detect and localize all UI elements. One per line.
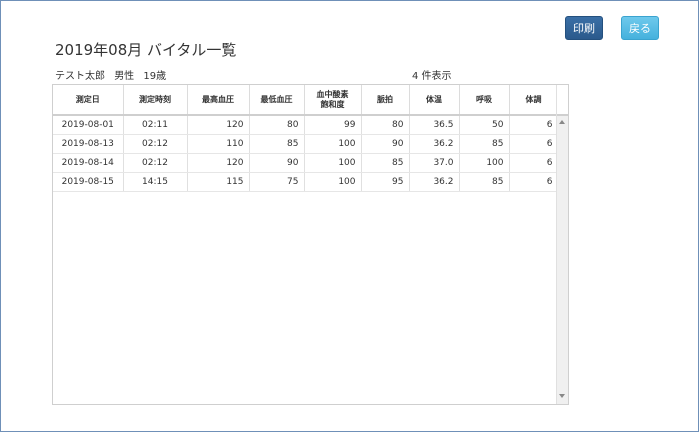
vertical-scrollbar[interactable] <box>556 85 568 404</box>
cell-diastolic: 85 <box>249 134 305 154</box>
patient-age: 19歳 <box>143 71 167 82</box>
col-header-temperature[interactable]: 体温 <box>409 85 460 116</box>
cell-systolic: 120 <box>187 115 250 135</box>
col-header-time[interactable]: 測定時刻 <box>123 85 188 116</box>
patient-info: テスト太郎 男性 19歳 <box>55 67 172 82</box>
cell-date: 2019-08-14 <box>53 153 124 173</box>
window-frame: 印刷 戻る 2019年08月 バイタル一覧 テスト太郎 男性 19歳 4 件表示… <box>0 0 699 432</box>
cell-diastolic: 80 <box>249 115 305 135</box>
col-header-condition[interactable]: 体調 <box>509 85 559 116</box>
table-row[interactable]: 2019-08-01 02:11 120 80 99 80 36.5 50 6 <box>53 115 559 135</box>
scrollbar-header-spacer <box>557 85 568 116</box>
page-title: 2019年08月 バイタル一覧 <box>55 41 237 59</box>
cell-date: 2019-08-01 <box>53 115 124 135</box>
col-header-spo2[interactable]: 血中酸素 飽和度 <box>304 85 362 116</box>
cell-systolic: 120 <box>187 153 250 173</box>
print-button[interactable]: 印刷 <box>565 16 603 40</box>
record-count: 4 件表示 <box>412 71 452 82</box>
cell-spo2: 100 <box>304 153 362 173</box>
cell-condition: 6 <box>509 134 559 154</box>
scroll-down-arrow-icon[interactable] <box>559 394 565 398</box>
col-header-diastolic[interactable]: 最低血圧 <box>249 85 305 116</box>
cell-condition: 6 <box>509 153 559 173</box>
cell-spo2: 100 <box>304 172 362 192</box>
cell-pulse: 80 <box>361 115 410 135</box>
cell-temperature: 36.5 <box>409 115 460 135</box>
cell-respiration: 50 <box>459 115 510 135</box>
cell-time: 14:15 <box>123 172 188 192</box>
cell-condition: 6 <box>509 115 559 135</box>
cell-systolic: 110 <box>187 134 250 154</box>
col-header-systolic[interactable]: 最高血圧 <box>187 85 250 116</box>
cell-date: 2019-08-15 <box>53 172 124 192</box>
cell-time: 02:12 <box>123 134 188 154</box>
vitals-table: 測定日 測定時刻 最高血圧 最低血圧 血中酸素 飽和度 脈拍 体温 呼吸 体調 … <box>53 85 559 192</box>
back-button[interactable]: 戻る <box>621 16 659 40</box>
table-row[interactable]: 2019-08-13 02:12 110 85 100 90 36.2 85 6 <box>53 134 559 154</box>
cell-respiration: 100 <box>459 153 510 173</box>
cell-temperature: 36.2 <box>409 134 460 154</box>
cell-pulse: 95 <box>361 172 410 192</box>
scroll-up-arrow-icon[interactable] <box>559 120 565 124</box>
cell-temperature: 37.0 <box>409 153 460 173</box>
cell-spo2: 100 <box>304 134 362 154</box>
cell-time: 02:11 <box>123 115 188 135</box>
col-header-respiration[interactable]: 呼吸 <box>459 85 510 116</box>
patient-gender: 男性 <box>114 71 135 82</box>
table-row[interactable]: 2019-08-14 02:12 120 90 100 85 37.0 100 … <box>53 153 559 173</box>
cell-pulse: 85 <box>361 153 410 173</box>
table-row[interactable]: 2019-08-15 14:15 115 75 100 95 36.2 85 6 <box>53 172 559 192</box>
table-header-row: 測定日 測定時刻 最高血圧 最低血圧 血中酸素 飽和度 脈拍 体温 呼吸 体調 <box>53 85 559 116</box>
cell-diastolic: 90 <box>249 153 305 173</box>
vitals-grid: 測定日 測定時刻 最高血圧 最低血圧 血中酸素 飽和度 脈拍 体温 呼吸 体調 … <box>52 84 569 405</box>
cell-respiration: 85 <box>459 134 510 154</box>
col-header-pulse[interactable]: 脈拍 <box>361 85 410 116</box>
cell-pulse: 90 <box>361 134 410 154</box>
col-header-date[interactable]: 測定日 <box>53 85 124 116</box>
cell-systolic: 115 <box>187 172 250 192</box>
cell-temperature: 36.2 <box>409 172 460 192</box>
cell-respiration: 85 <box>459 172 510 192</box>
cell-time: 02:12 <box>123 153 188 173</box>
cell-date: 2019-08-13 <box>53 134 124 154</box>
cell-spo2: 99 <box>304 115 362 135</box>
patient-name: テスト太郎 <box>55 71 105 82</box>
cell-diastolic: 75 <box>249 172 305 192</box>
cell-condition: 6 <box>509 172 559 192</box>
